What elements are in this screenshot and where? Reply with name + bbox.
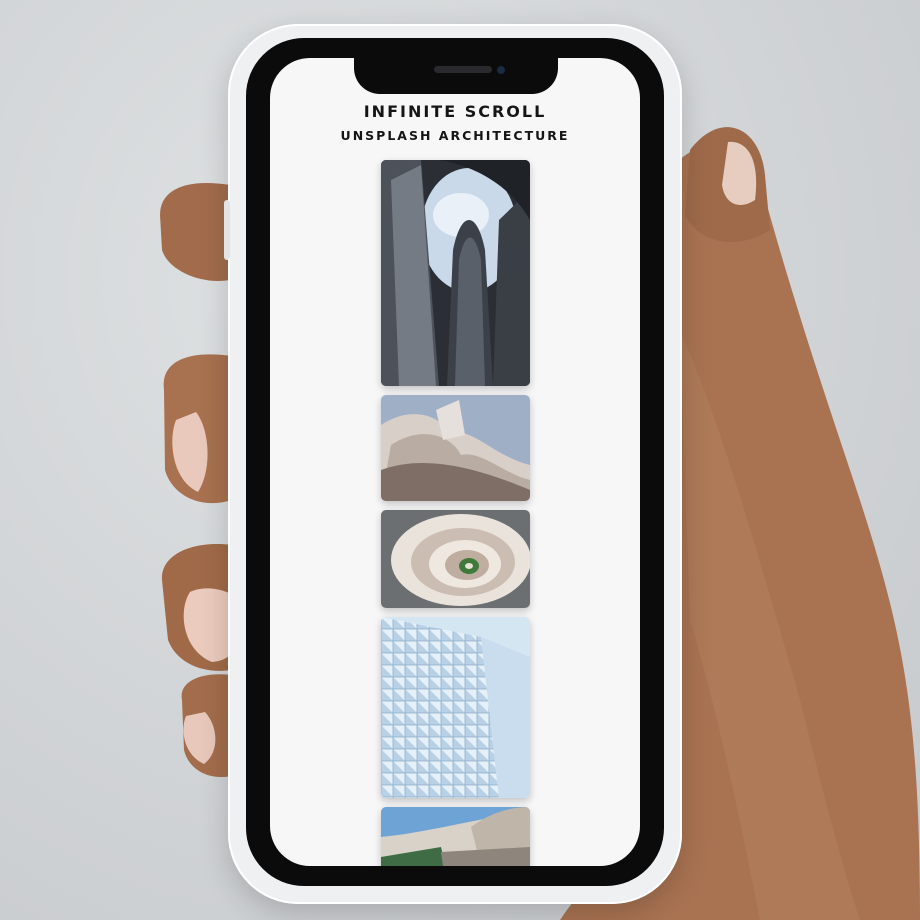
phone-screen[interactable]: INFINITE SCROLL UNSPLASH ARCHITECTURE <box>270 58 640 866</box>
app-subtitle: UNSPLASH ARCHITECTURE <box>340 128 570 143</box>
curved-building-photo <box>381 395 530 501</box>
feed-image-card[interactable] <box>381 395 530 501</box>
curved-canopy-photo <box>381 807 530 866</box>
spiral-staircase-photo <box>381 510 530 608</box>
volume-button <box>224 200 230 260</box>
feed-image-card[interactable] <box>381 617 530 798</box>
feed-image-card[interactable] <box>381 160 530 386</box>
feed-image-card[interactable] <box>381 510 530 608</box>
front-camera-icon <box>497 66 505 74</box>
feed-image-card[interactable] <box>381 807 530 866</box>
glass-facade-photo <box>381 617 530 798</box>
earpiece-speaker <box>434 66 492 73</box>
skyscraper-photo <box>381 160 530 386</box>
app-title: INFINITE SCROLL <box>363 102 547 121</box>
